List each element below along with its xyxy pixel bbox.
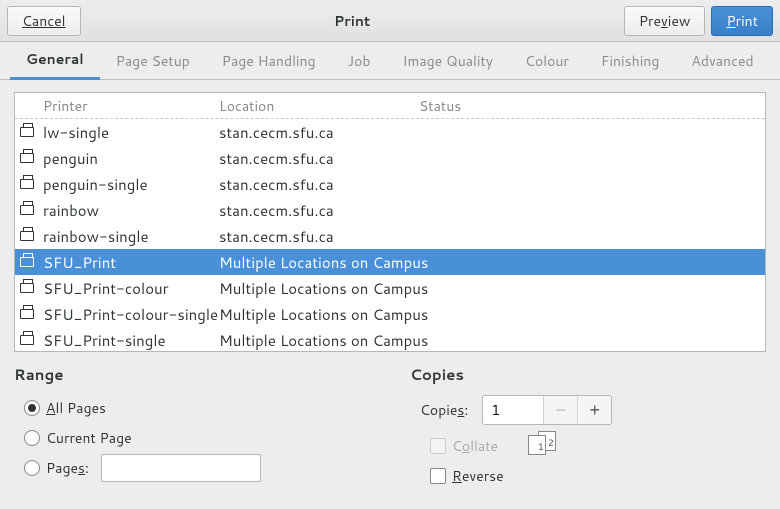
printer-location: Multiple Locations on Campus: [219, 304, 765, 325]
printer-name: SFU_Print-single: [39, 330, 219, 351]
printer-icon: [15, 231, 39, 241]
printer-icon: [15, 257, 39, 267]
printer-name: rainbow-single: [39, 226, 219, 247]
printer-location: Multiple Locations on Campus: [219, 330, 765, 351]
radio-icon: [24, 400, 40, 416]
tab-page-handling[interactable]: Page Handling: [206, 42, 332, 80]
radio-icon: [24, 460, 40, 476]
tab-page-setup[interactable]: Page Setup: [100, 42, 206, 80]
copies-input[interactable]: [483, 396, 543, 424]
printer-name: SFU_Print-colour: [39, 278, 219, 299]
radio-all-pages[interactable]: All Pages: [24, 393, 370, 423]
cancel-button[interactable]: Cancel: [7, 6, 81, 36]
printer-location: stan.cecm.sfu.ca: [219, 174, 765, 195]
pages-input[interactable]: [101, 454, 261, 482]
copies-section: Copies Copies: − + Collate Rev: [410, 364, 766, 491]
printer-name: penguin: [39, 148, 219, 169]
printer-icon: [15, 205, 39, 215]
preview-button[interactable]: Preview: [624, 6, 706, 36]
titlebar: Cancel Print Preview Print: [0, 0, 780, 42]
print-button[interactable]: Print: [711, 6, 773, 36]
printer-row[interactable]: SFU_Print-singleMultiple Locations on Ca…: [15, 327, 765, 352]
printer-list-header: Printer Location Status: [15, 93, 765, 119]
printer-row[interactable]: penguin-singlestan.cecm.sfu.ca: [15, 171, 765, 197]
printer-icon: [15, 309, 39, 319]
collate-checkbox: Collate: [430, 431, 504, 461]
col-printer-header[interactable]: Printer: [39, 96, 219, 116]
radio-current-page[interactable]: Current Page: [24, 423, 370, 453]
tab-image-quality[interactable]: Image Quality: [386, 42, 509, 80]
checkbox-icon: [430, 438, 446, 454]
reverse-checkbox[interactable]: Reverse: [430, 461, 504, 491]
range-heading: Range: [14, 364, 370, 385]
printer-name: penguin-single: [39, 174, 219, 195]
copies-increment[interactable]: +: [577, 396, 611, 424]
printer-name: lw-single: [39, 122, 219, 143]
printer-row[interactable]: penguinstan.cecm.sfu.ca: [15, 145, 765, 171]
printer-icon: [15, 127, 39, 137]
printer-icon: [15, 335, 39, 345]
printer-row[interactable]: lw-singlestan.cecm.sfu.ca: [15, 119, 765, 145]
tab-advanced[interactable]: Advanced: [675, 42, 769, 80]
printer-list[interactable]: Printer Location Status lw-singlestan.ce…: [14, 92, 766, 352]
tab-general[interactable]: General: [10, 42, 100, 80]
window-title: Print: [81, 11, 624, 31]
col-location-header[interactable]: Location: [219, 96, 419, 116]
printer-icon: [15, 283, 39, 293]
tab-job[interactable]: Job: [332, 42, 387, 80]
printer-name: rainbow: [39, 200, 219, 221]
collate-preview-icon: 2 1: [528, 431, 558, 457]
tab-finishing[interactable]: Finishing: [585, 42, 675, 80]
printer-row[interactable]: SFU_Print-colourMultiple Locations on Ca…: [15, 275, 765, 301]
radio-icon: [24, 430, 40, 446]
radio-pages[interactable]: Pages:: [24, 453, 370, 483]
printer-row[interactable]: SFU_Print-colour-singleMultiple Location…: [15, 301, 765, 327]
printer-row[interactable]: SFU_PrintMultiple Locations on Campus: [15, 249, 765, 275]
printer-row[interactable]: rainbowstan.cecm.sfu.ca: [15, 197, 765, 223]
range-section: Range All Pages Current Page Pages:: [14, 364, 370, 491]
copies-decrement[interactable]: −: [543, 396, 577, 424]
col-status-header[interactable]: Status: [419, 96, 765, 116]
printer-location: Multiple Locations on Campus: [219, 252, 765, 273]
printer-location: stan.cecm.sfu.ca: [219, 200, 765, 221]
printer-row[interactable]: rainbow-singlestan.cecm.sfu.ca: [15, 223, 765, 249]
printer-icon: [15, 179, 39, 189]
checkbox-icon: [430, 468, 446, 484]
printer-name: SFU_Print-colour-single: [39, 304, 219, 325]
printer-icon: [15, 153, 39, 163]
printer-name: SFU_Print: [39, 252, 219, 273]
copies-label: Copies:: [420, 400, 468, 420]
tab-colour[interactable]: Colour: [509, 42, 585, 80]
copies-heading: Copies: [410, 364, 766, 385]
printer-location: stan.cecm.sfu.ca: [219, 148, 765, 169]
printer-location: Multiple Locations on Campus: [219, 278, 765, 299]
copies-spinner[interactable]: − +: [482, 395, 612, 425]
printer-location: stan.cecm.sfu.ca: [219, 226, 765, 247]
printer-location: stan.cecm.sfu.ca: [219, 122, 765, 143]
tab-bar: GeneralPage SetupPage HandlingJobImage Q…: [0, 42, 780, 80]
